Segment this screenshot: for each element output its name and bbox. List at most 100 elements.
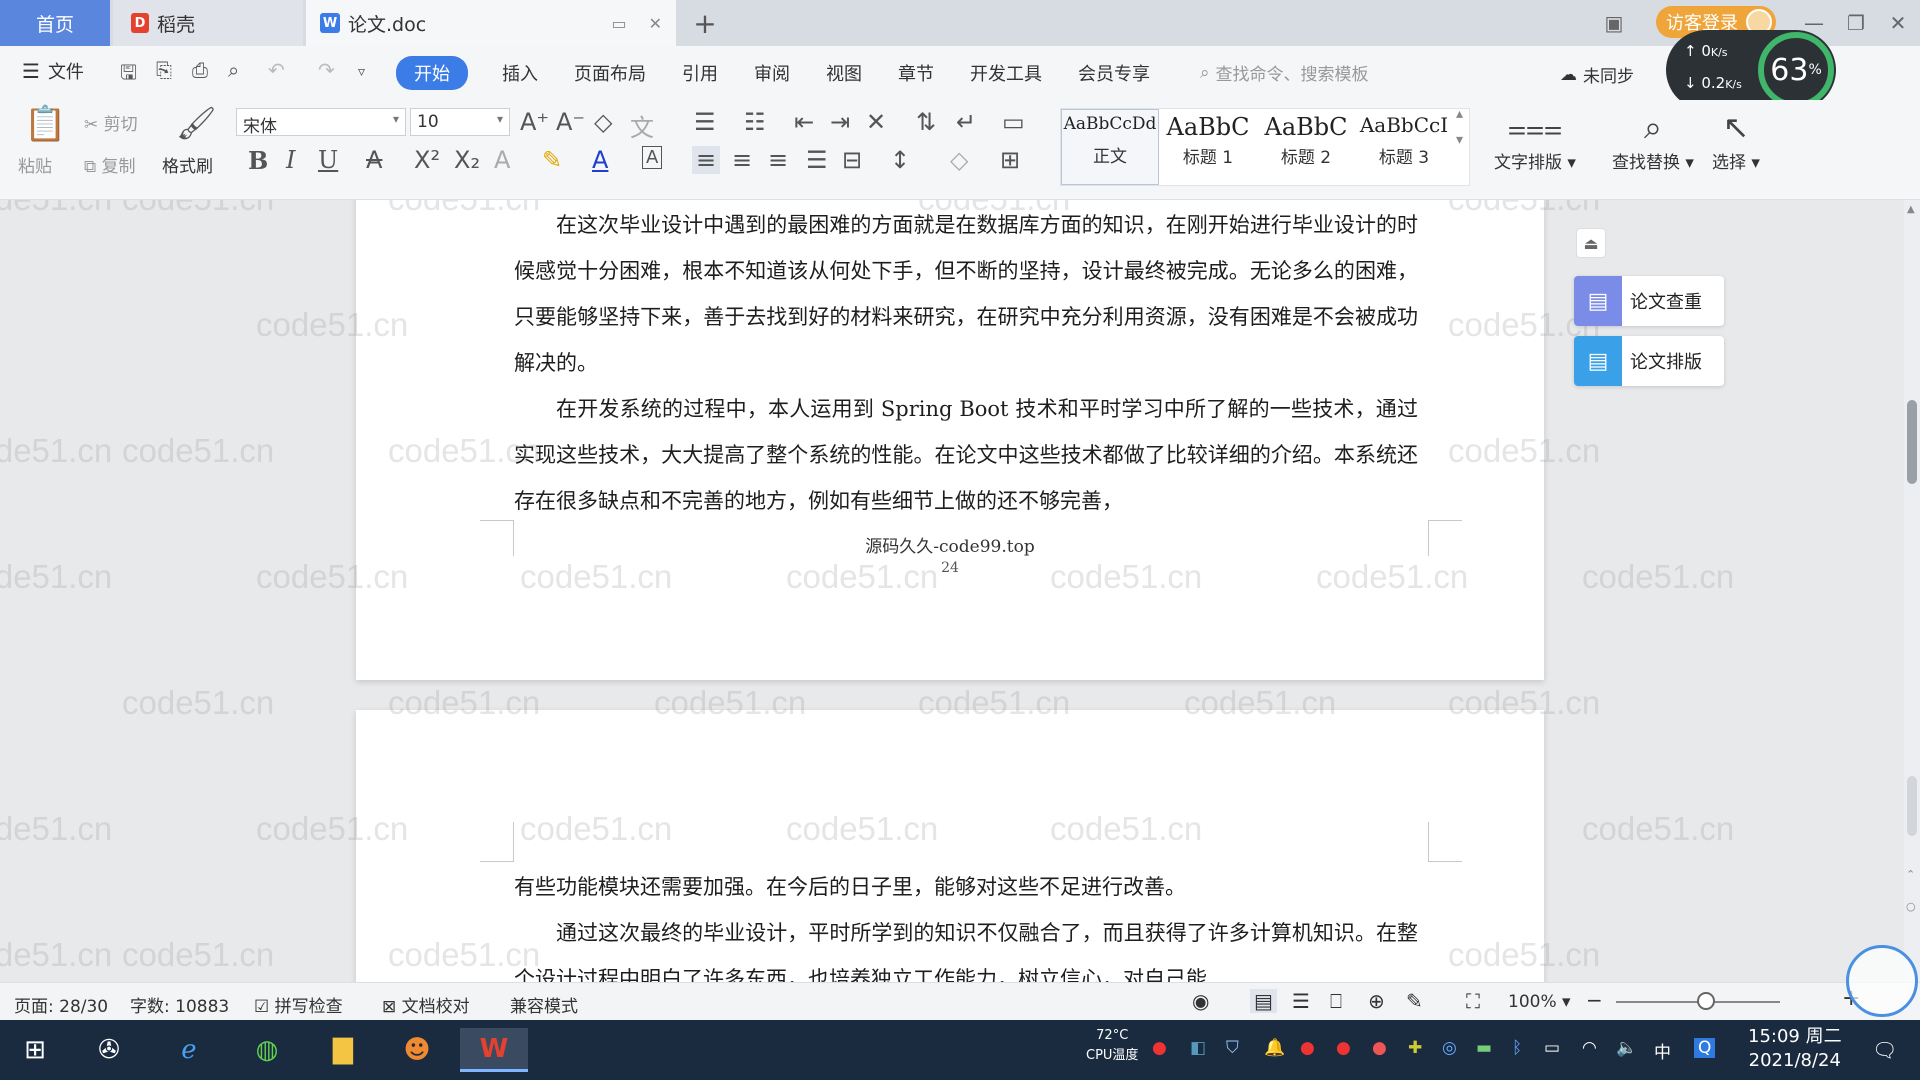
style-scroll-down-icon[interactable]: ▾	[1456, 132, 1463, 148]
font-color-icon[interactable]: A	[592, 146, 608, 174]
network-speed-widget[interactable]: ↑ 0K/s ↓ 0.2K/s 63%	[1666, 30, 1836, 110]
tab-document[interactable]: W 论文.doc ▭ ✕	[306, 0, 676, 46]
find-replace-button[interactable]: ⌕ 查找替换 ▾	[1612, 108, 1694, 173]
line-spacing-icon[interactable]: ↕	[890, 146, 910, 174]
wifi-icon[interactable]: ◠	[1582, 1038, 1597, 1058]
notification-bell-icon[interactable]: 🔔	[1264, 1038, 1285, 1058]
tab-review[interactable]: 审阅	[754, 56, 790, 90]
paper-check-button[interactable]: ▤ 论文查重	[1574, 276, 1724, 326]
zoom-out-icon[interactable]: −	[1586, 988, 1603, 1012]
web-view-icon[interactable]: ⊕	[1368, 989, 1385, 1013]
style-heading-2[interactable]: AaBbC 标题 2	[1257, 109, 1355, 185]
assistant-float-icon[interactable]	[1846, 945, 1918, 1017]
print-preview-icon[interactable]: ⌕	[228, 58, 239, 82]
browser-360-icon[interactable]: ◍	[244, 1028, 290, 1072]
align-right-icon[interactable]: ≡	[768, 146, 788, 174]
paste-label[interactable]: 粘贴	[18, 152, 52, 177]
style-normal[interactable]: AaBbCcDd 正文	[1061, 109, 1159, 185]
format-painter-icon[interactable]: 🖌	[176, 104, 217, 142]
file-menu[interactable]: ☰ 文件	[22, 58, 84, 84]
new-tab-button[interactable]: +	[690, 0, 720, 46]
browse-object-icon[interactable]: ○	[1906, 900, 1916, 913]
numbered-list-icon[interactable]: ☷	[744, 108, 766, 136]
document-page[interactable]: 在这次毕业设计中遇到的最困难的方面就是在数据库方面的知识，在刚开始进行毕业设计的…	[356, 200, 1544, 680]
print-icon[interactable]: ⎙	[192, 58, 208, 82]
clear-format-icon[interactable]: ◇	[594, 108, 612, 136]
justify-icon[interactable]: ☰	[806, 146, 828, 174]
prev-page-icon[interactable]: ⌃	[1906, 868, 1915, 881]
tray-app-icon[interactable]: ▬	[1476, 1038, 1492, 1058]
text-effect-icon[interactable]: A	[494, 146, 510, 174]
font-name-select[interactable]: 宋体 ▾	[236, 108, 406, 137]
shrink-font-icon[interactable]: A⁻	[556, 108, 585, 136]
align-center-icon[interactable]: ≡	[732, 146, 752, 174]
system-clock[interactable]: 15:09 周二 2021/8/24	[1748, 1025, 1842, 1073]
grow-font-icon[interactable]: A⁺	[520, 108, 549, 136]
increase-indent-icon[interactable]: ⇥	[830, 108, 850, 136]
page-indicator[interactable]: 页面: 28/30	[14, 992, 108, 1017]
input-method-icon[interactable]: Q	[1694, 1038, 1716, 1058]
tray-app-icon[interactable]: ●	[1300, 1038, 1315, 1058]
shading-icon[interactable]: ◇	[950, 146, 968, 174]
borders-icon[interactable]: ⊞	[1000, 146, 1020, 174]
vertical-scrollbar[interactable]: ▲ ⌃ ○	[1904, 200, 1920, 982]
pen-icon[interactable]: ✎	[1406, 989, 1423, 1013]
strikethrough-icon[interactable]: A	[366, 146, 382, 174]
volume-icon[interactable]: 🔈	[1616, 1038, 1637, 1058]
paper-layout-button[interactable]: ▤ 论文排版	[1574, 336, 1724, 386]
style-heading-3[interactable]: AaBbCcI 标题 3	[1355, 109, 1453, 185]
tab-daoke[interactable]: D 稻壳	[113, 0, 303, 46]
spell-check-button[interactable]: ☑ 拼写检查	[254, 992, 343, 1017]
tab-page-layout[interactable]: 页面布局	[574, 56, 646, 90]
decrease-indent-icon[interactable]: ⇤	[794, 108, 814, 136]
tab-home[interactable]: 首页	[0, 0, 110, 46]
phonetic-guide-icon[interactable]: 文	[630, 108, 654, 143]
tray-app-icon[interactable]: ●	[1152, 1038, 1167, 1058]
sync-status[interactable]: ☁ 未同步	[1560, 62, 1634, 88]
windows-start-icon[interactable]: ⊞	[12, 1028, 58, 1072]
tab-member[interactable]: 会员专享	[1078, 56, 1150, 90]
output-icon[interactable]: ⎘	[156, 58, 172, 82]
tab-view[interactable]: 视图	[826, 56, 862, 90]
char-border-icon[interactable]: A	[642, 146, 663, 169]
layout-toggle-icon[interactable]: ▣	[1596, 6, 1632, 40]
app-mascot-icon[interactable]: ☻	[394, 1028, 440, 1072]
detach-window-icon[interactable]: ▭	[611, 14, 626, 33]
format-painter-label[interactable]: 格式刷	[162, 152, 213, 177]
show-marks-icon[interactable]: ↵	[956, 108, 976, 136]
chinese-layout-icon[interactable]: ✕	[866, 108, 886, 136]
tab-developer[interactable]: 开发工具	[970, 56, 1042, 90]
text-layout-button[interactable]: ⩶ 文字排版 ▾	[1494, 108, 1576, 173]
copy-button[interactable]: ⧉ 复制	[84, 152, 136, 177]
ie-browser-icon[interactable]: ℯ	[166, 1028, 212, 1072]
ime-indicator[interactable]: 中	[1654, 1038, 1671, 1063]
eye-protection-icon[interactable]: ◉	[1192, 989, 1209, 1013]
bluetooth-icon[interactable]: ᛒ	[1512, 1038, 1522, 1058]
paste-icon[interactable]: 📋	[24, 104, 66, 144]
close-tab-icon[interactable]: ✕	[649, 14, 662, 33]
highlight-icon[interactable]: ✎	[542, 146, 562, 174]
cut-button[interactable]: ✂ 剪切	[84, 110, 138, 135]
style-scroll-up-icon[interactable]: ▴	[1456, 106, 1463, 122]
tab-insert[interactable]: 插入	[502, 56, 538, 90]
scroll-thumb[interactable]	[1907, 400, 1917, 484]
restore-button[interactable]: ❐	[1838, 6, 1874, 40]
tab-start[interactable]: 开始	[396, 56, 468, 90]
app-pinwheel-icon[interactable]: ✇	[86, 1028, 132, 1072]
tray-app-icon[interactable]: ●	[1372, 1038, 1387, 1058]
word-count[interactable]: 字数: 10883	[130, 992, 229, 1017]
file-explorer-icon[interactable]: ▇	[320, 1028, 366, 1072]
superscript-icon[interactable]: X²	[414, 146, 440, 174]
bullet-list-icon[interactable]: ☰	[694, 108, 716, 136]
customize-dropdown-icon[interactable]: ▿	[358, 64, 365, 80]
tray-app-icon[interactable]: ◧	[1190, 1038, 1206, 1058]
save-icon[interactable]: 🖫	[120, 58, 137, 92]
tab-stop-icon[interactable]: ▭	[1002, 108, 1025, 136]
align-left-icon[interactable]: ≡	[692, 146, 721, 174]
collapse-panel-button[interactable]: ⏏	[1576, 228, 1606, 258]
shield-icon[interactable]: ⛉	[1226, 1038, 1239, 1058]
distribute-icon[interactable]: ⊟	[842, 146, 862, 174]
tray-app-icon[interactable]: ✚	[1408, 1038, 1422, 1058]
document-page[interactable]: 有些功能模块还需要加强。在今后的日子里，能够对这些不足进行改善。 通过这次最终的…	[356, 710, 1544, 982]
reading-view-icon[interactable]: ⎕	[1330, 989, 1342, 1013]
